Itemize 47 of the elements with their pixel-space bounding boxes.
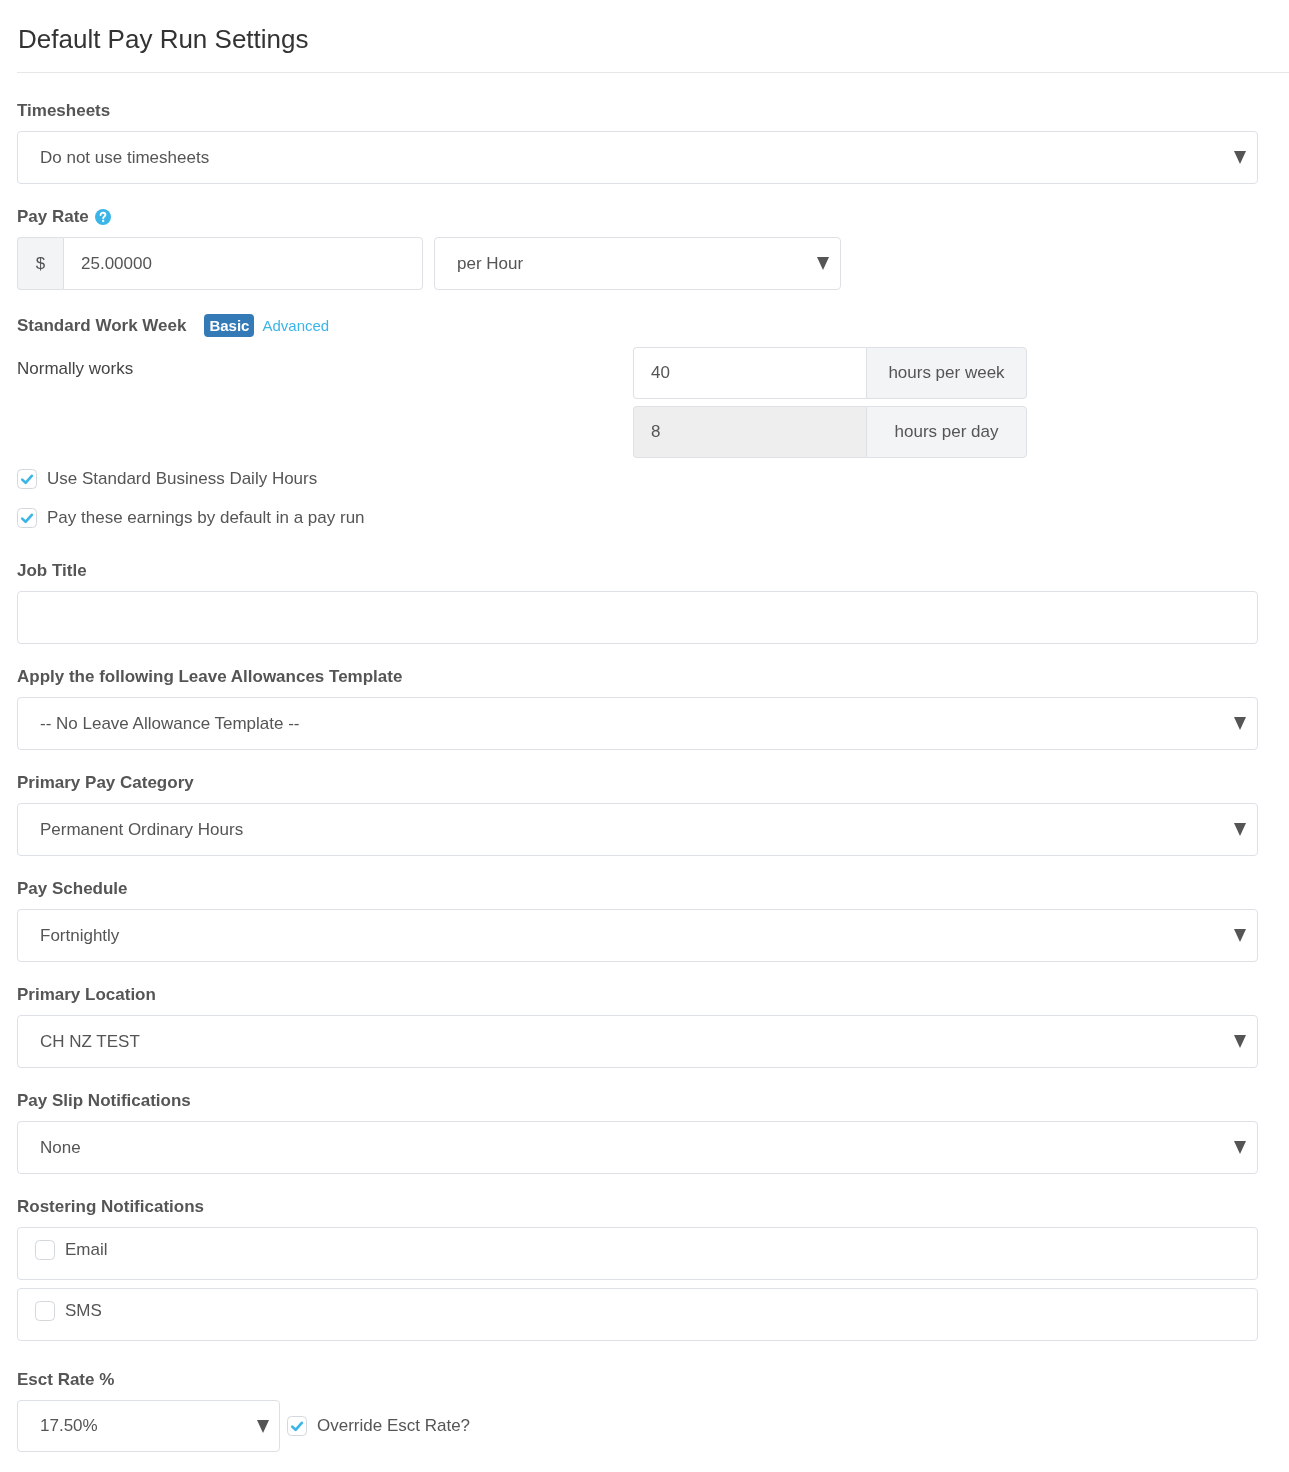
amount-input[interactable]: 25.00000 [63,237,423,290]
field-label: Pay Schedule [17,879,128,899]
checkbox[interactable] [35,1240,55,1260]
select-field[interactable]: Fortnightly [17,909,1258,962]
caret-icon [817,257,829,270]
checkbox[interactable] [17,508,37,528]
caret-icon [257,1419,269,1433]
select-field[interactable]: -- No Leave Allowance Template -- [17,697,1258,750]
checkbox-label: Email [65,1240,108,1260]
unit-addon: hours per day [866,406,1027,458]
caret-icon [1234,823,1246,836]
caption-label: Normally works [17,358,134,379]
caret-icon [1234,1035,1246,1048]
select-field[interactable]: CH NZ TEST [17,1015,1258,1068]
field-label: Job Title [17,561,87,581]
caret-icon [1234,151,1246,164]
caret-icon [1234,1141,1246,1154]
select-field[interactable]: 17.50% [17,1400,280,1452]
checkbox-label: Pay these earnings by default in a pay run [47,508,365,528]
field-label: Standard Work Week [17,315,187,336]
select-field[interactable]: None [17,1121,1258,1174]
field-label: Esct Rate % [17,1370,115,1390]
field-label: Timesheets [17,101,111,121]
checkbox[interactable] [287,1416,307,1436]
field-label: Primary Pay Category [17,773,194,793]
checkbox-label: Override Esct Rate? [317,1416,471,1436]
field-label: Apply the following Leave Allowances Template [17,667,403,687]
checkbox-label: Use Standard Business Daily Hours [47,469,318,489]
select-field[interactable]: per Hour [434,237,841,290]
text-field[interactable] [17,591,1258,644]
select-field[interactable]: Permanent Ordinary Hours [17,803,1258,856]
checkbox[interactable] [17,469,37,489]
field-label: Pay Rate [17,207,89,227]
help-icon[interactable] [94,209,111,225]
select-field[interactable]: Do not use timesheets [17,131,1258,184]
unit-addon: hours per week [866,347,1027,399]
field-label: Rostering Notifications [17,1197,204,1217]
currency-addon: $ [17,237,63,290]
page-title: Default Pay Run Settings [18,24,309,54]
caret-icon [1234,717,1246,730]
field-label: Pay Slip Notifications [17,1091,191,1111]
field-label: Primary Location [17,985,156,1005]
caret-icon [1234,929,1246,942]
checkbox-label: SMS [65,1301,102,1321]
mode-tab[interactable]: Basic [204,314,255,337]
hours-input[interactable]: 40 [633,347,866,399]
checkbox[interactable] [35,1301,55,1321]
